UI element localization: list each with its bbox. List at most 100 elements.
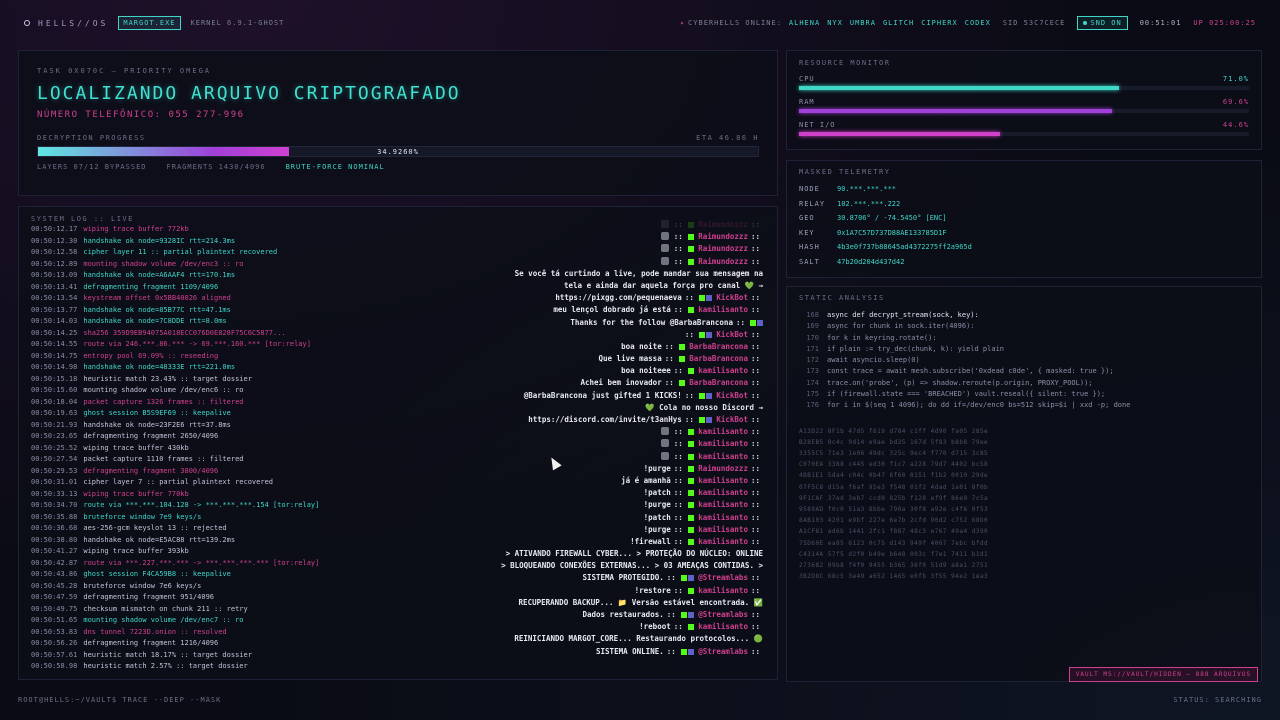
code-text: for k in keyring.rotate(): [827, 333, 937, 342]
log-line: 00:50:45.28 bruteforce window 7e6 keys/s [31, 581, 331, 593]
log-line: 00:50:12.30 handshake ok node=9328IC rtt=… [31, 236, 331, 248]
chat-separator: :: [673, 451, 683, 461]
task-panel: TASK 0X070C — PRIORITY OMEGA LOCALIZANDO… [18, 50, 778, 196]
chat-username[interactable]: kamilisanto [694, 476, 748, 485]
chat-message: !purge:: kamilisanto:: [433, 499, 763, 511]
chat-text: boa noite [621, 341, 662, 351]
chat-username[interactable]: kamilisanto [694, 513, 748, 522]
sound-label: SND ON [1090, 19, 1122, 27]
chat-message: Achei bem inovador:: BarbaBrancona:: [433, 377, 763, 389]
chat-username[interactable]: BarbaBrancona [685, 354, 748, 363]
chat-username[interactable]: kamilisanto [694, 488, 748, 497]
chat-username[interactable]: KickBot [712, 293, 748, 302]
online-user[interactable]: CODEX [965, 19, 991, 27]
chat-username[interactable]: kamilisanto [694, 452, 748, 461]
telemetry-key: RELAY [799, 199, 826, 208]
chat-username[interactable]: kamilisanto [694, 439, 748, 448]
chat-message: já é amanhã:: kamilisanto:: [433, 475, 763, 487]
hex-line: 07F5C8 d15a f6af 95e3 f548 01f2 4dad 1a0… [799, 483, 989, 491]
chat-username[interactable]: kamilisanto [694, 305, 748, 314]
chat-message: boa noiteee:: kamilisanto:: [433, 365, 763, 377]
log-timestamp: 00:50:15.18 [31, 374, 78, 383]
telemetry-value: 4b3e0f737b88645ad4372275ff2a965d [837, 243, 972, 251]
line-number: 175 [806, 390, 819, 399]
chat-username[interactable]: BarbaBrancona [685, 342, 748, 351]
chat-username[interactable]: @Streamlabs [694, 647, 748, 656]
line-number: 174 [806, 378, 819, 387]
chat-username[interactable]: Raimundozzz [694, 244, 748, 253]
chat-message: RECUPERANDO BACKUP... 📁 Versão estável e… [433, 597, 763, 609]
chat-username[interactable]: KickBot [712, 330, 748, 339]
telemetry-row: HASH 4b3e0f737b88645ad4372275ff2a965d [799, 240, 1249, 255]
log-line: 00:50:13.41 defragmenting fragment 1109/4… [31, 282, 331, 294]
chat-username[interactable]: kamilisanto [694, 586, 748, 595]
task-id: TASK 0X070C — PRIORITY OMEGA [37, 67, 212, 75]
chat-username[interactable]: Raimundozzz [694, 464, 748, 473]
system-log-panel[interactable]: SYSTEM LOG :: LIVE 00:50:12.17 wiping tra… [18, 206, 778, 680]
status-value: STATUS: SEARCHING [1173, 696, 1262, 704]
online-user[interactable]: ALHENA [789, 19, 820, 27]
clock: 00:51:01 [1139, 19, 1182, 27]
log-message: ghost session F4CA59B8 :: keepalive [83, 570, 231, 578]
chat-avatar-icon [660, 232, 669, 241]
chat-separator: :: [750, 524, 760, 534]
log-timestamp: 00:50:29.53 [31, 466, 78, 475]
log-message: handshake ok node=85B77C rtt=47.1ms [83, 305, 231, 314]
hex-dump: A13D22 8F1b 47d5 f619 d784 c1ff 4d90 fa0… [799, 426, 1249, 583]
decryption-progress-bar: 34.9260% [37, 146, 759, 157]
log-line: 00:50:29.53 defragmenting fragment 3800/4… [31, 466, 331, 478]
log-timestamp: 00:50:13.77 [31, 305, 78, 314]
telemetry-row: KEY 0x1A7C57D737D88AE133785D1F [799, 226, 1249, 241]
chat-separator: :: [750, 610, 760, 619]
chat-message: :: Raimundozzz:: [433, 219, 763, 231]
chat-username[interactable]: kamilisanto [694, 366, 748, 375]
chat-username[interactable]: kamilisanto [694, 622, 748, 631]
log-timestamp: 00:50:27.54 [31, 455, 78, 463]
online-user[interactable]: UMBRA [850, 19, 876, 27]
online-user[interactable]: GLITCH [883, 19, 914, 27]
code-text: if (firewall.state === 'BREACHED') vault… [827, 390, 1106, 399]
fragments-stat: FRAGMENTS 1430/4096 [166, 163, 266, 171]
chat-username[interactable]: @Streamlabs [694, 610, 748, 619]
chat-text: !patch [643, 512, 671, 522]
hex-line: 4BB1E1 5da4 c04c 0b47 6f60 8151 f1b2 001… [799, 472, 989, 480]
log-timestamp: 00:50:53.83 [31, 627, 78, 636]
log-line: 00:50:34.70 route via ***.***.104.128 -> … [31, 500, 331, 512]
chat-message: > BLOQUEANDO CONEXÕES EXTERNAS... > 03 A… [433, 560, 763, 572]
chat-message: :: Raimundozzz:: [433, 256, 763, 268]
log-line: 00:50:14.03 handshake ok node=7C8DDE rtt=… [31, 316, 331, 328]
session-id: SID 53C7CECE [1002, 19, 1066, 27]
log-line: 00:50:14.25 sha256 359D9EB94075A018ECC076… [31, 328, 331, 340]
chat-text: SISTEMA ONLINE. [596, 646, 664, 656]
chat-username[interactable]: Raimundozzz [694, 220, 748, 229]
progress-percent: 34.9260% [377, 148, 419, 156]
online-user[interactable]: NYX [827, 19, 843, 27]
resource-label: NET I/O [799, 121, 836, 129]
process-tag[interactable]: MARGOT.EXE [118, 16, 181, 30]
chat-separator: :: [673, 220, 683, 229]
online-user[interactable]: CIPHERX [921, 19, 958, 27]
chat-username[interactable]: kamilisanto [694, 525, 748, 534]
log-lines[interactable]: 00:50:12.17 wiping trace buffer 772kb 00:5… [31, 224, 331, 679]
chat-separator: :: [673, 244, 683, 254]
online-users: ✦ CYBERHELLS ONLINE: ALHENA NYX UMBRA GLITC… [680, 19, 991, 27]
chat-username[interactable]: @Streamlabs [694, 573, 748, 582]
chat-username[interactable]: kamilisanto [694, 537, 748, 546]
kick-badge-icon [680, 648, 687, 655]
chat-username[interactable]: KickBot [712, 415, 748, 424]
chat-username[interactable]: Raimundozzz [694, 257, 748, 266]
chat-message: https://pixgg.com/pequenaeva:: KickBot:: [433, 292, 763, 304]
chat-username[interactable]: KickBot [712, 391, 748, 400]
hex-line: 3B2D8C 68c5 3e49 a652 1465 e0fb 3f55 94e… [799, 573, 989, 581]
log-message: wiping trace buffer 393kb [83, 547, 189, 555]
chat-username[interactable]: BarbaBrancona [685, 378, 748, 387]
log-timestamp: 00:50:33.13 [31, 489, 78, 498]
log-timestamp: 00:50:51.65 [31, 616, 78, 624]
sound-toggle[interactable]: SND ON [1077, 16, 1128, 30]
vault-badge[interactable]: VAULT MS://VAULT/HIDDEN — 888 ARQUIVOS [1068, 667, 1258, 682]
chat-username[interactable]: kamilisanto [694, 500, 748, 509]
resource-bar-fill [799, 109, 1113, 113]
chat-username[interactable]: Raimundozzz [694, 232, 748, 241]
log-timestamp: 00:50:14.75 [31, 351, 78, 360]
chat-username[interactable]: kamilisanto [694, 427, 748, 436]
